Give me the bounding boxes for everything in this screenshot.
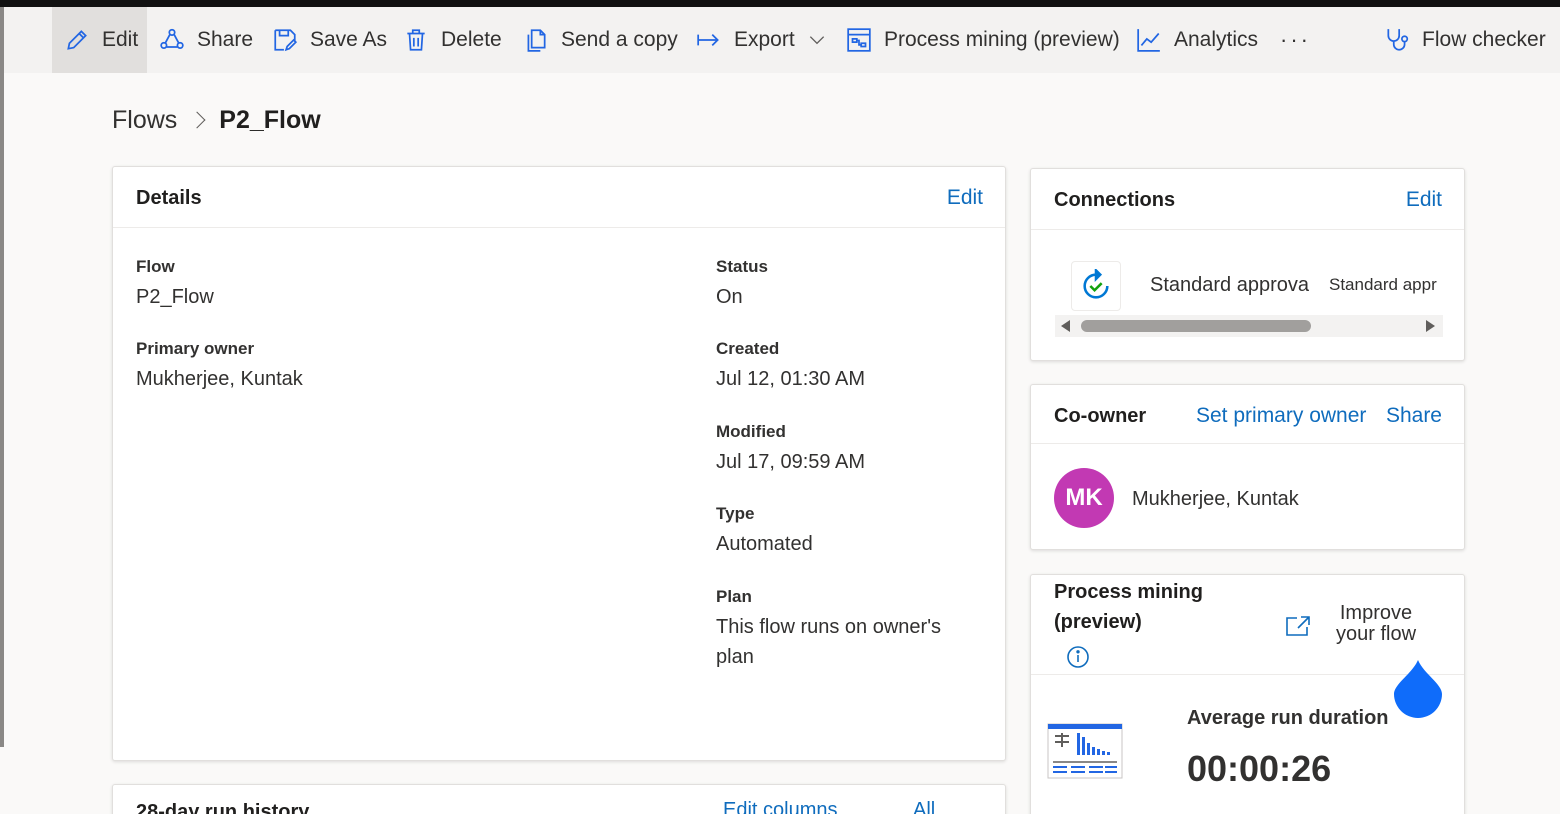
created-value: Jul 12, 01:30 AM (716, 368, 865, 390)
avg-run-duration-label: Average run duration (1187, 707, 1389, 729)
chevron-down-icon (809, 36, 824, 45)
run-history-title: 28-day run history (136, 801, 310, 814)
improve-flow-link[interactable]: Improve your flow (1331, 603, 1421, 645)
approval-connector-icon (1071, 261, 1121, 311)
improve-line2: your flow (1335, 623, 1417, 645)
analytics-button-label: Analytics (1174, 28, 1259, 51)
coowner-card: Co-owner Set primary owner Share MK Mukh… (1030, 384, 1465, 550)
window-left-edge (0, 7, 4, 747)
analytics-button[interactable]: Analytics (1124, 7, 1270, 73)
details-card-header: Details Edit (113, 167, 1005, 228)
stethoscope-icon (1387, 29, 1409, 51)
chevron-right-icon (188, 111, 206, 129)
all-runs-link[interactable]: All (913, 799, 935, 814)
copy-icon (527, 29, 546, 52)
analytics-icon (1137, 29, 1160, 52)
type-value: Automated (716, 533, 813, 555)
details-edit-link[interactable]: Edit (947, 186, 983, 210)
connections-card: Connections Edit Standard approva Standa… (1030, 168, 1465, 361)
export-button-label: Export (734, 28, 795, 51)
trash-icon (407, 29, 425, 51)
improve-line1: Improve (1339, 602, 1413, 624)
modified-value: Jul 17, 09:59 AM (716, 451, 865, 473)
open-external-icon[interactable] (1285, 615, 1311, 637)
share-button[interactable]: Share (147, 7, 265, 73)
coowner-name: Mukherjee, Kuntak (1132, 488, 1299, 510)
delete-button[interactable]: Delete (391, 7, 514, 73)
details-title: Details (136, 187, 202, 209)
primary-owner-value: Mukherjee, Kuntak (136, 368, 303, 390)
status-label: Status (716, 257, 768, 276)
edit-columns-link[interactable]: Edit columns (723, 799, 838, 814)
coowner-title: Co-owner (1054, 405, 1147, 427)
status-value: On (716, 286, 743, 308)
command-bar: Edit Share Save As Delete Send a copy Ex… (4, 7, 1560, 73)
connections-title: Connections (1054, 189, 1176, 211)
connections-scrollbar[interactable] (1055, 315, 1443, 337)
more-button[interactable]: ··· (1280, 7, 1311, 73)
delete-button-label: Delete (441, 28, 502, 51)
process-mining-button[interactable]: Process mining (preview) (834, 7, 1132, 73)
flow-value: P2_Flow (136, 286, 214, 308)
breadcrumb-flows-link[interactable]: Flows (112, 106, 177, 135)
share-button-label: Share (197, 28, 254, 51)
coowner-card-header: Co-owner Set primary owner Share (1031, 385, 1464, 444)
send-copy-button[interactable]: Send a copy (511, 7, 690, 73)
teaching-bubble-drop-icon[interactable] (1394, 660, 1442, 718)
save-as-button-label: Save As (310, 28, 388, 51)
type-label: Type (716, 504, 755, 523)
process-mining-title-line2: (preview) (1054, 611, 1142, 633)
details-card: Details Edit Flow P2_Flow Primary owner … (112, 166, 1006, 761)
connection-name[interactable]: Standard approva (1150, 270, 1309, 300)
process-mining-title-line1: Process mining (1054, 581, 1203, 603)
flow-label: Flow (136, 257, 175, 276)
modified-label: Modified (716, 422, 786, 441)
send-copy-button-label: Send a copy (561, 28, 678, 51)
process-mining-icon (847, 28, 871, 52)
connections-edit-link[interactable]: Edit (1406, 188, 1442, 212)
flow-checker-button[interactable]: Flow checker (1372, 7, 1558, 73)
info-icon[interactable] (1066, 645, 1090, 669)
avatar: MK (1054, 468, 1114, 528)
set-primary-owner-link[interactable]: Set primary owner (1196, 404, 1366, 428)
save-as-icon (274, 29, 298, 52)
connection-detail: Standard appr (1329, 275, 1437, 294)
export-button[interactable]: Export (684, 7, 839, 73)
plan-value: This flow runs on owner's plan (716, 616, 942, 668)
share-icon (160, 28, 184, 49)
breadcrumb: Flows P2_Flow (112, 100, 321, 140)
run-duration-chart-icon (1047, 723, 1123, 779)
flow-checker-button-label: Flow checker (1422, 28, 1546, 51)
plan-label: Plan (716, 587, 752, 606)
coowner-share-link[interactable]: Share (1386, 404, 1442, 428)
scrollbar-thumb[interactable] (1081, 320, 1311, 332)
edit-button[interactable]: Edit (52, 7, 147, 73)
process-mining-button-label: Process mining (preview) (884, 28, 1120, 51)
pencil-icon (67, 30, 87, 50)
primary-owner-label: Primary owner (136, 339, 255, 358)
scroll-right-arrow-icon[interactable] (1426, 320, 1435, 332)
save-as-button[interactable]: Save As (260, 7, 399, 73)
edit-button-label: Edit (102, 28, 139, 51)
page-title: P2_Flow (219, 105, 321, 134)
created-label: Created (716, 339, 780, 358)
avg-run-duration-value: 00:00:26 (1187, 748, 1332, 789)
connections-card-header: Connections Edit (1031, 169, 1464, 230)
export-arrow-icon (697, 33, 719, 47)
scroll-left-arrow-icon[interactable] (1061, 320, 1070, 332)
run-history-card: 28-day run history Edit columns All (112, 784, 1006, 814)
window-top-edge (0, 0, 1560, 7)
